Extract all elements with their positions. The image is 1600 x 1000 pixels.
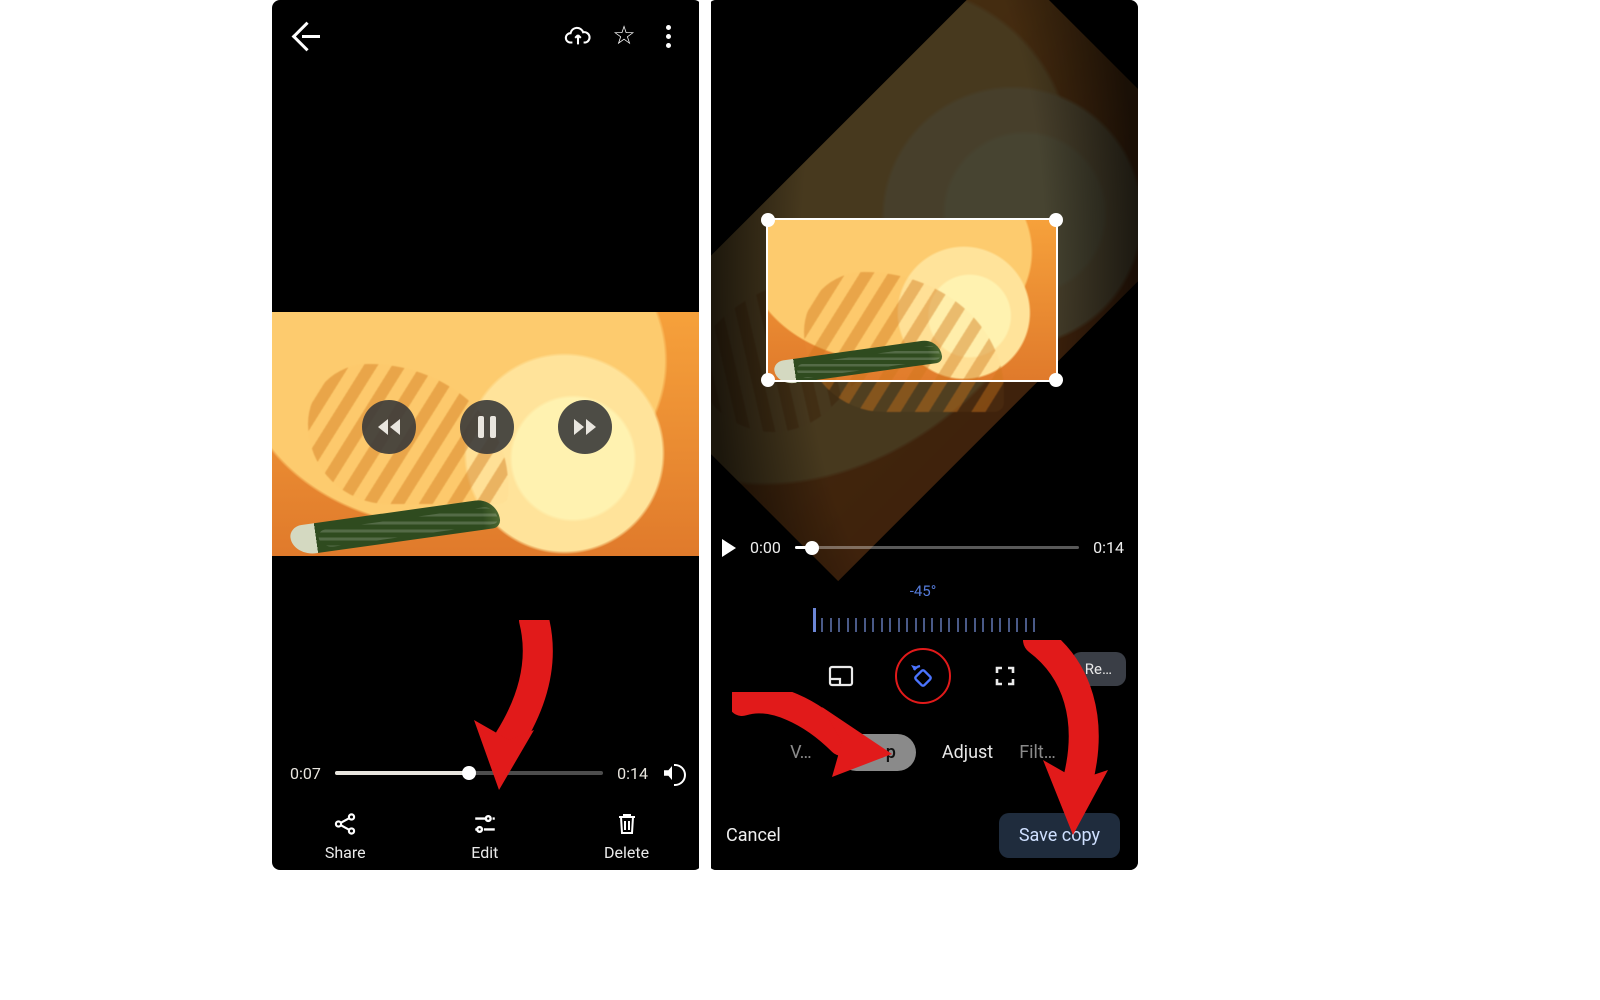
crop-handle-bottom-right[interactable] <box>1049 373 1063 387</box>
seek-thumb[interactable] <box>462 766 476 780</box>
save-copy-button[interactable]: Save copy <box>999 813 1120 858</box>
forward-button[interactable] <box>558 400 612 454</box>
share-action[interactable]: Share <box>325 811 366 862</box>
editor-seek-track[interactable] <box>795 546 1079 549</box>
phone-right: 0:00 0:14 -45° <box>708 0 1138 870</box>
seek-duration: 0:14 <box>617 764 648 783</box>
seek-track[interactable] <box>335 771 603 775</box>
crop-border <box>766 218 1058 382</box>
crop-selection[interactable] <box>768 220 1056 380</box>
editor-tabs: V… Crop Adjust Filt… <box>708 734 1138 771</box>
bottom-actions: Share Edit Delete <box>272 811 702 862</box>
pause-button[interactable] <box>460 400 514 454</box>
editor-current-time: 0:00 <box>750 538 781 557</box>
crop-handle-top-right[interactable] <box>1049 213 1063 227</box>
editor-bottom-bar: Cancel Save copy <box>708 813 1138 858</box>
aspect-ratio-icon[interactable] <box>821 656 861 696</box>
edit-label: Edit <box>471 843 498 862</box>
seek-bar: 0:07 0:14 <box>290 762 684 784</box>
crop-handle-top-left[interactable] <box>761 213 775 227</box>
rotation-angle-readout: -45° <box>708 582 1138 600</box>
favorite-star-icon[interactable]: ☆ <box>610 22 638 50</box>
tab-faded-right[interactable]: Filt… <box>1019 742 1056 763</box>
overflow-menu-icon[interactable] <box>654 22 682 50</box>
editor-seek-thumb[interactable] <box>805 541 819 555</box>
edit-action[interactable]: Edit <box>471 811 498 862</box>
crop-handle-bottom-left[interactable] <box>761 373 775 387</box>
share-icon <box>332 811 358 837</box>
volume-icon[interactable] <box>662 762 684 784</box>
tab-adjust[interactable]: Adjust <box>942 742 993 763</box>
share-label: Share <box>325 843 366 862</box>
phone-left: ☆ 0:07 0:14 <box>272 0 702 870</box>
seek-track-fill <box>335 771 469 775</box>
seek-current-time: 0:07 <box>290 764 321 783</box>
delete-action[interactable]: Delete <box>604 811 649 862</box>
rewind-button[interactable] <box>362 400 416 454</box>
cancel-button[interactable]: Cancel <box>726 825 781 846</box>
cloud-upload-icon[interactable] <box>564 22 592 50</box>
reset-chip[interactable]: Re… <box>1071 652 1126 686</box>
delete-label: Delete <box>604 843 649 862</box>
tab-faded-left[interactable]: V… <box>790 742 812 763</box>
edit-sliders-icon <box>472 811 498 837</box>
pumpkin-stem <box>290 482 510 542</box>
play-icon[interactable] <box>722 539 736 557</box>
tab-crop[interactable]: Crop <box>838 734 916 771</box>
playback-controls <box>272 400 702 454</box>
back-icon[interactable] <box>292 22 320 50</box>
editor-play-row: 0:00 0:14 <box>722 538 1124 557</box>
trash-icon <box>614 811 640 837</box>
editor-duration: 0:14 <box>1093 538 1124 557</box>
rotate-ccw-icon[interactable] <box>895 648 951 704</box>
left-topbar: ☆ <box>272 8 702 64</box>
rotation-angle-slider[interactable] <box>708 604 1138 632</box>
fullscreen-icon[interactable] <box>985 656 1025 696</box>
